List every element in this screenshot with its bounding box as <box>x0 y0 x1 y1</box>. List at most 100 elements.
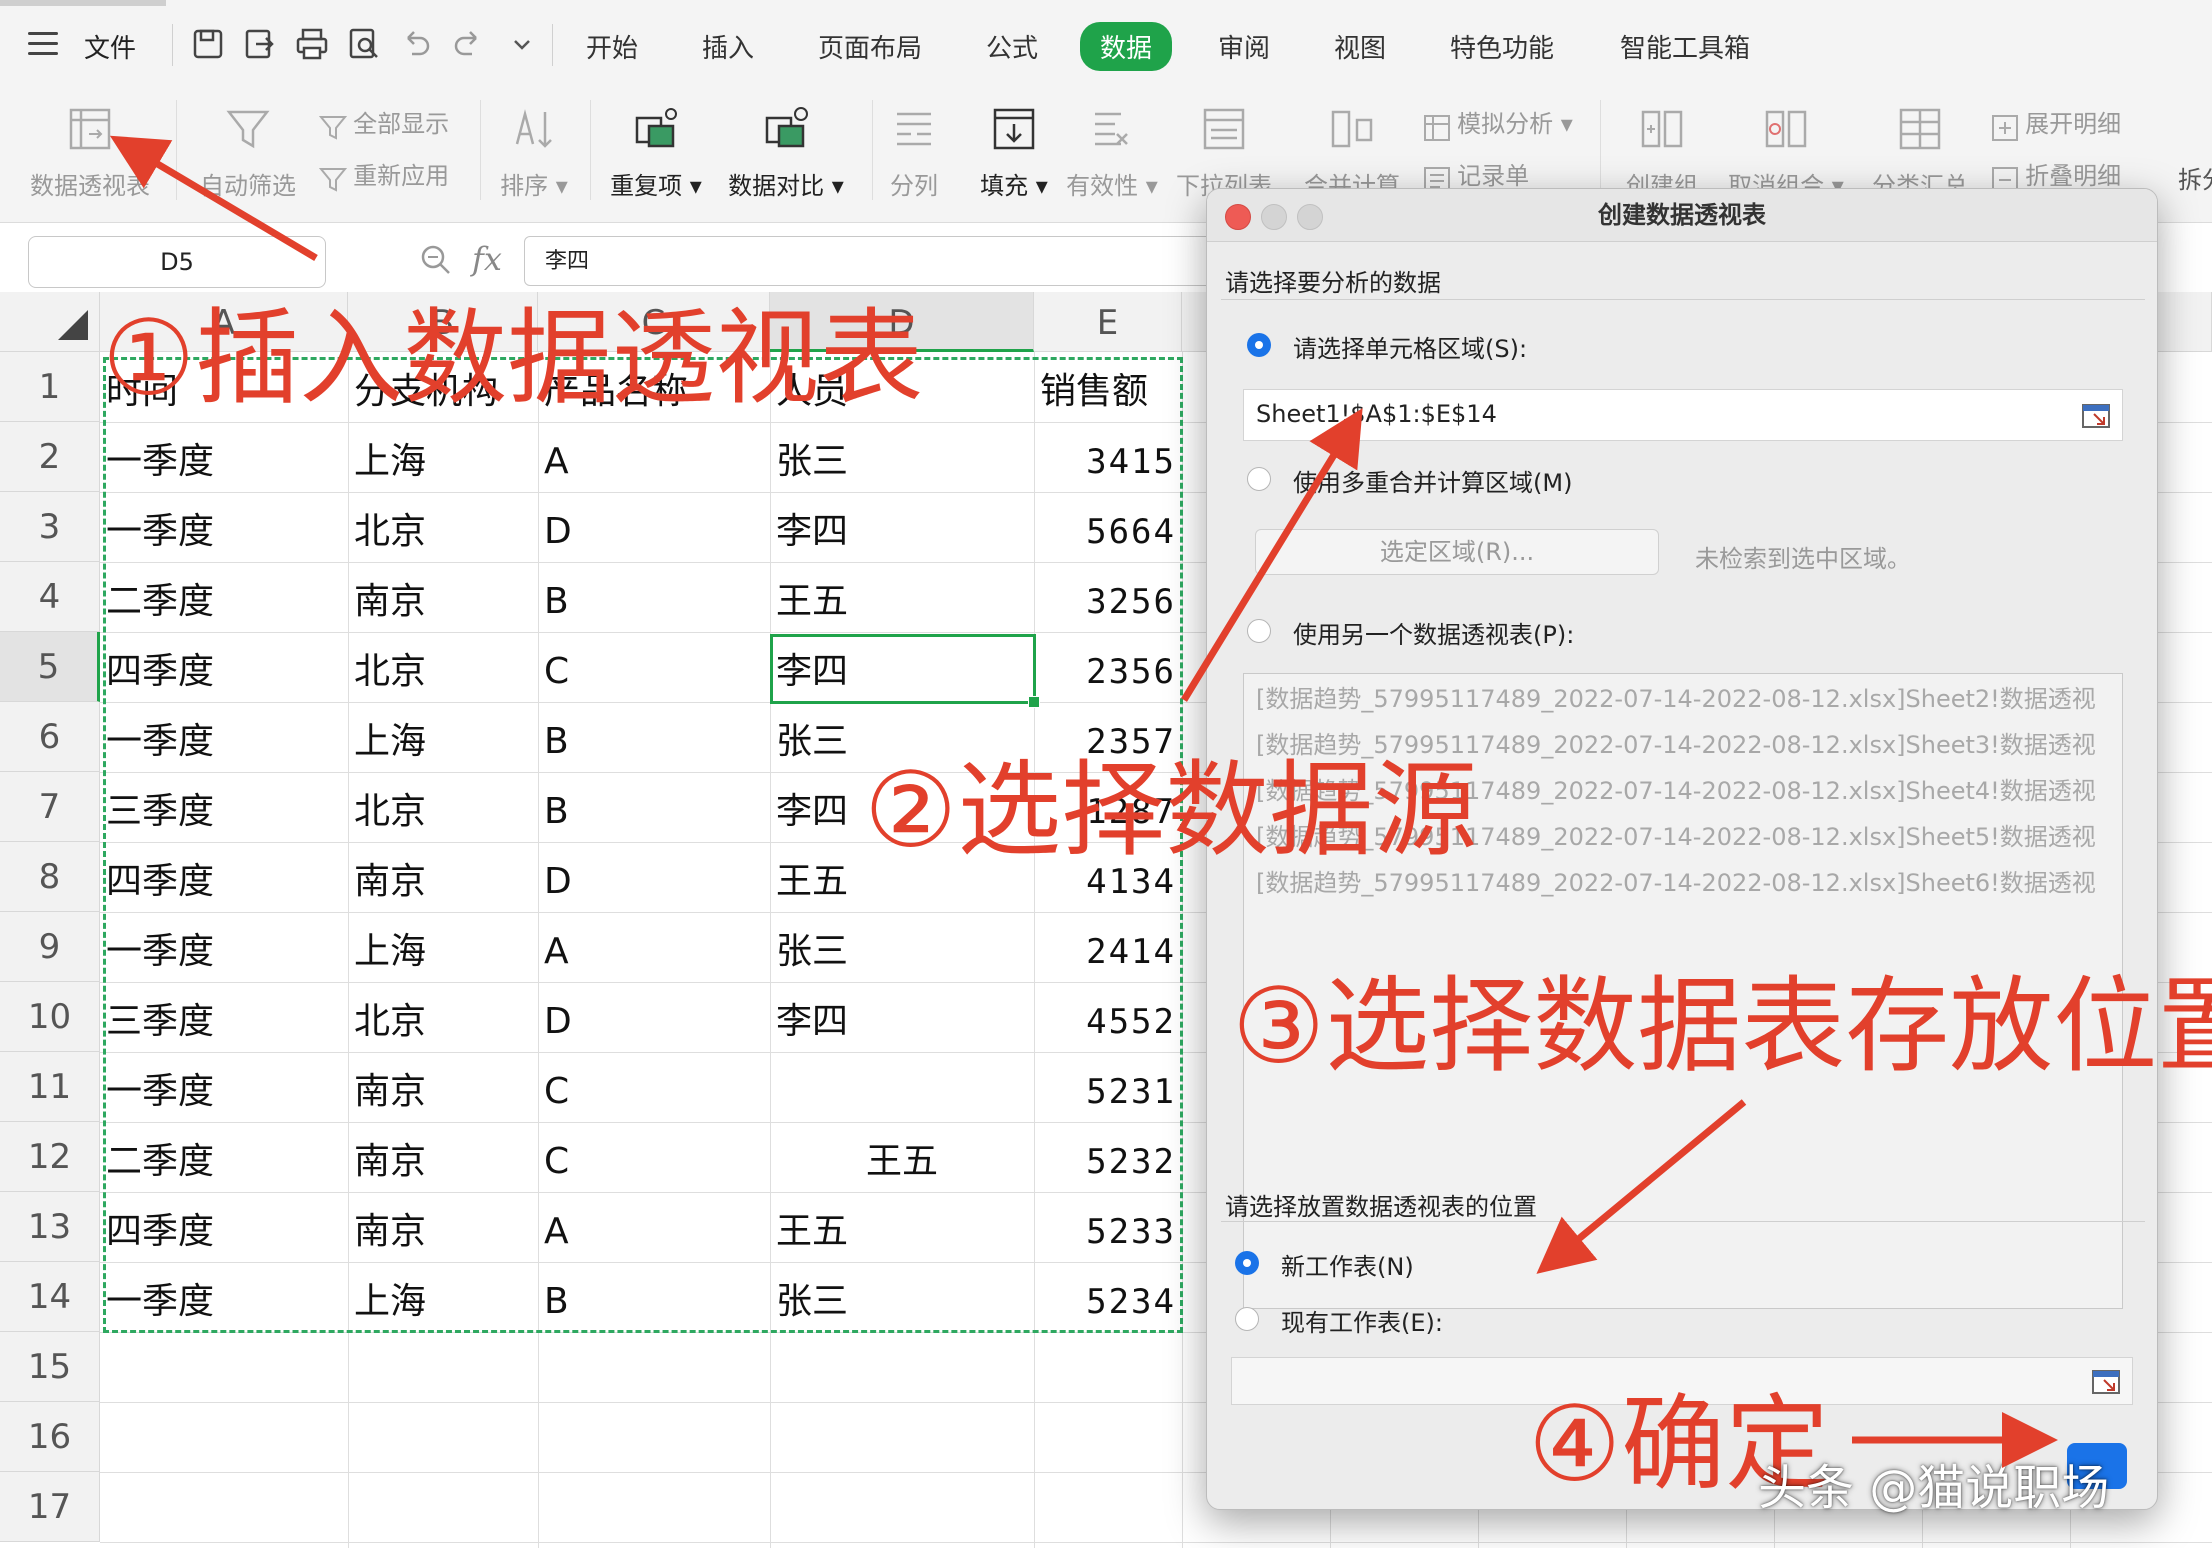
table-cell[interactable]: 南京 <box>354 562 532 632</box>
close-window-button[interactable] <box>1225 204 1251 230</box>
table-cell[interactable]: 北京 <box>354 492 532 562</box>
radio-multi-consolidate[interactable] <box>1247 467 1271 491</box>
reapply-button[interactable]: 重新应用 <box>318 156 449 195</box>
table-cell[interactable]: 二季度 <box>106 1122 342 1192</box>
row-header[interactable]: 14 <box>0 1262 100 1332</box>
table-cell[interactable]: 上海 <box>354 422 532 492</box>
table-cell[interactable]: 李四 <box>776 492 1028 562</box>
validation-button[interactable]: 有效性 ▾ <box>1060 104 1164 201</box>
table-cell[interactable]: 一季度 <box>106 912 342 982</box>
table-cell[interactable]: 张三 <box>776 422 1028 492</box>
table-cell[interactable]: 张三 <box>776 912 1028 982</box>
row-header[interactable]: 2 <box>0 422 100 492</box>
tab-formulas[interactable]: 公式 <box>986 28 1038 65</box>
table-cell[interactable]: 南京 <box>354 1122 532 1192</box>
fx-icon[interactable]: fx <box>472 240 502 278</box>
table-cell[interactable]: B <box>544 772 764 842</box>
table-cell[interactable]: 王五 <box>776 1192 1028 1262</box>
table-cell[interactable]: 王五 <box>776 1122 1028 1192</box>
row-header[interactable]: 3 <box>0 492 100 562</box>
row-header[interactable]: 5 <box>0 632 100 702</box>
row-header[interactable]: 8 <box>0 842 100 912</box>
fill-button[interactable]: 填充 ▾ <box>962 104 1066 201</box>
table-cell[interactable]: D <box>544 842 764 912</box>
row-header[interactable]: 11 <box>0 1052 100 1122</box>
row-header[interactable]: 1 <box>0 352 100 422</box>
row-header[interactable]: 4 <box>0 562 100 632</box>
tab-smart-toolbox[interactable]: 智能工具箱 <box>1620 28 1750 65</box>
table-cell[interactable]: 2414 <box>1040 912 1176 982</box>
table-cell[interactable]: 一季度 <box>106 422 342 492</box>
tab-view[interactable]: 视图 <box>1334 28 1386 65</box>
table-cell[interactable]: 一季度 <box>106 1052 342 1122</box>
autofilter-button[interactable]: 自动筛选 <box>196 104 300 201</box>
table-cell[interactable]: 三季度 <box>106 982 342 1052</box>
data-compare-button[interactable]: 数据对比 ▾ <box>724 104 848 201</box>
expand-details-button[interactable]: 展开明细 <box>1990 104 2121 143</box>
table-cell[interactable]: A <box>544 422 764 492</box>
column-header-e[interactable]: E <box>1034 292 1182 352</box>
maximize-window-button[interactable] <box>1297 204 1323 230</box>
table-cell[interactable]: 李四 <box>776 982 1028 1052</box>
table-cell[interactable]: 南京 <box>354 1052 532 1122</box>
table-cell[interactable]: 上海 <box>354 912 532 982</box>
table-cell[interactable]: 北京 <box>354 982 532 1052</box>
tab-page-layout[interactable]: 页面布局 <box>818 28 922 65</box>
row-header[interactable]: 15 <box>0 1332 100 1402</box>
tab-special-features[interactable]: 特色功能 <box>1450 28 1554 65</box>
table-cell[interactable]: D <box>544 492 764 562</box>
print-preview-icon[interactable] <box>346 26 382 62</box>
create-group-button[interactable]: 创建组 <box>1612 104 1712 201</box>
pivot-table-button[interactable]: 数据透视表 <box>28 104 152 201</box>
location-picker-icon[interactable] <box>2092 1370 2120 1394</box>
table-cell[interactable]: 2356 <box>1040 632 1176 702</box>
table-cell[interactable]: D <box>544 982 764 1052</box>
table-cell[interactable]: C <box>544 1052 764 1122</box>
select-range-button[interactable]: 选定区域(R)... <box>1255 529 1659 575</box>
table-cell[interactable]: 北京 <box>354 772 532 842</box>
table-cell[interactable]: A <box>544 1192 764 1262</box>
consolidate-button[interactable]: 合并计算 <box>1300 104 1404 201</box>
table-cell[interactable]: B <box>544 562 764 632</box>
table-cell[interactable]: B <box>544 702 764 772</box>
formula-input[interactable]: 李四 <box>524 236 1224 286</box>
ungroup-button[interactable]: 取消组合 ▾ <box>1724 104 1848 201</box>
table-cell[interactable]: C <box>544 632 764 702</box>
save-icon[interactable] <box>190 26 226 62</box>
tab-home[interactable]: 开始 <box>586 28 638 65</box>
tab-data[interactable]: 数据 <box>1080 22 1173 71</box>
split-column-button[interactable]: 分列 <box>882 104 946 201</box>
table-cell[interactable]: 四季度 <box>106 1192 342 1262</box>
row-header[interactable]: 13 <box>0 1192 100 1262</box>
table-cell[interactable]: 5234 <box>1040 1262 1176 1332</box>
zoom-search-icon[interactable] <box>418 242 454 278</box>
radio-cell-range[interactable] <box>1247 333 1271 357</box>
table-cell[interactable]: 5664 <box>1040 492 1176 562</box>
row-header[interactable]: 7 <box>0 772 100 842</box>
table-cell[interactable]: 二季度 <box>106 562 342 632</box>
export-icon[interactable] <box>242 26 278 62</box>
table-cell[interactable]: 四季度 <box>106 842 342 912</box>
chevron-down-icon[interactable] <box>504 26 540 62</box>
table-cell[interactable]: 一季度 <box>106 492 342 562</box>
table-cell[interactable]: C <box>544 1122 764 1192</box>
table-cell[interactable]: 北京 <box>354 632 532 702</box>
table-cell[interactable]: 张三 <box>776 1262 1028 1332</box>
undo-icon[interactable] <box>398 26 434 62</box>
sort-button[interactable]: 排序 ▾ <box>494 104 574 201</box>
row-header[interactable]: 16 <box>0 1402 100 1472</box>
range-input[interactable]: Sheet1!$A$1:$E$14 <box>1243 389 2123 441</box>
pivot-list-item[interactable]: [数据趋势_57995117489_2022-07-14-2022-08-12.… <box>1244 676 2122 722</box>
tab-insert[interactable]: 插入 <box>702 28 754 65</box>
subtotal-button[interactable]: 分类汇总 <box>1868 104 1972 201</box>
active-cell-d5[interactable] <box>770 634 1040 708</box>
row-header[interactable]: 12 <box>0 1122 100 1192</box>
table-cell[interactable]: 南京 <box>354 1192 532 1262</box>
table-cell[interactable]: B <box>544 1262 764 1332</box>
table-cell[interactable]: 一季度 <box>106 1262 342 1332</box>
row-header[interactable]: 10 <box>0 982 100 1052</box>
table-cell[interactable]: 5233 <box>1040 1192 1176 1262</box>
hamburger-menu-icon[interactable] <box>28 32 58 56</box>
table-cell[interactable]: 5231 <box>1040 1052 1176 1122</box>
minimize-window-button[interactable] <box>1261 204 1287 230</box>
